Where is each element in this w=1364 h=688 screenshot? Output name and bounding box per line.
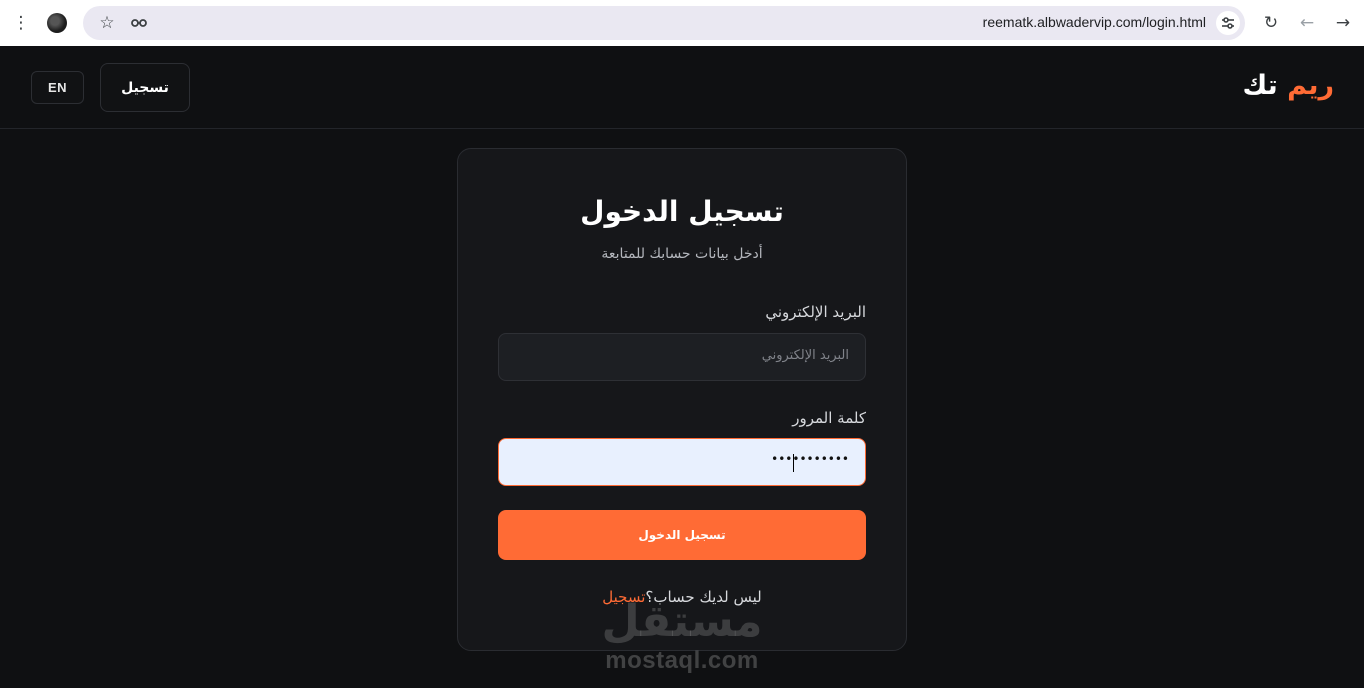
register-button[interactable]: تسجيل [100, 63, 190, 112]
more-vert-icon[interactable]: ⋮ [9, 11, 33, 35]
page-subtitle: أدخل بيانات حسابك للمتابعة [601, 246, 763, 262]
avatar-icon[interactable] [45, 11, 69, 35]
logo-part-2: تك [1242, 70, 1278, 101]
watermark-arabic: مستقل [601, 596, 763, 647]
login-button[interactable]: تسجيل الدخول [498, 510, 866, 560]
watermark-latin: mostaql.com [605, 647, 759, 674]
url-text[interactable]: reematk.albwadervip.com/login.html [983, 14, 1206, 30]
password-value: ••••••••••• [771, 452, 849, 466]
password-field[interactable]: ••••••••••• [498, 438, 866, 486]
site-header: ريم تك تسجيل EN [0, 46, 1364, 129]
site-logo[interactable]: ريم تك [1242, 70, 1334, 102]
text-caret [793, 454, 794, 472]
browser-toolbar: ⋮ ☆ reematk.albwadervip.com/login.html ↻… [0, 0, 1364, 46]
star-icon[interactable]: ☆ [95, 11, 119, 35]
reload-icon[interactable]: ↻ [1259, 11, 1283, 35]
lens-icon[interactable] [127, 11, 151, 35]
tune-icon[interactable] [1216, 11, 1240, 35]
page-title: تسجيل الدخول [580, 195, 784, 228]
forward-arrow-icon[interactable]: → [1331, 11, 1355, 35]
logo-part-1: ريم [1287, 70, 1334, 101]
language-toggle-button[interactable]: EN [31, 71, 84, 104]
back-arrow-icon[interactable]: ← [1295, 11, 1319, 35]
password-label: كلمة المرور [792, 409, 866, 427]
email-label: البريد الإلكتروني [765, 303, 866, 321]
email-field[interactable]: البريد الإلكتروني [498, 333, 866, 381]
email-placeholder: البريد الإلكتروني [761, 348, 849, 363]
